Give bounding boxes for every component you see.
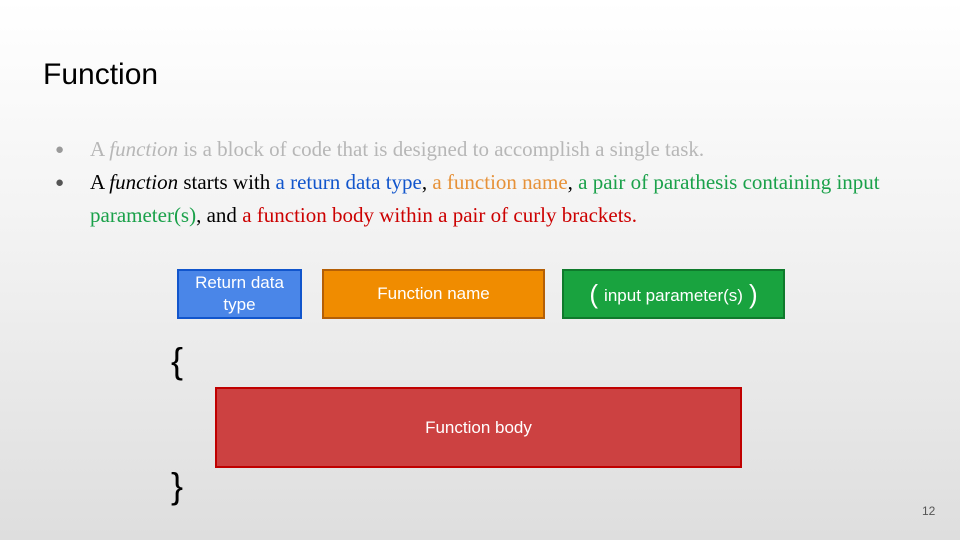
bullet-dot: ● bbox=[55, 174, 65, 191]
function-body-box: Function body bbox=[215, 387, 742, 468]
text-span: is a block of code that is designed to a… bbox=[178, 137, 705, 161]
bullet-dot: ● bbox=[55, 141, 65, 158]
text-span: , bbox=[421, 170, 433, 194]
return-type-label: Return data type bbox=[195, 273, 284, 314]
parameters-label: input parameter(s) bbox=[604, 286, 743, 305]
keyword-function: function bbox=[109, 170, 179, 194]
parameters-box: ( input parameter(s) ) bbox=[562, 269, 785, 319]
bullet-item-structure: ● A function starts with a return data t… bbox=[55, 166, 915, 232]
bullet-item-definition: ● A function is a block of code that is … bbox=[55, 133, 915, 166]
function-name-label: Function name bbox=[377, 284, 490, 303]
page-number: 12 bbox=[922, 504, 936, 518]
text-span: , and bbox=[196, 203, 243, 227]
text-span: A bbox=[90, 137, 110, 161]
close-curly-brace: } bbox=[171, 465, 184, 506]
text-function-body: a function body within a pair of curly b… bbox=[242, 203, 632, 227]
return-type-box: Return data type bbox=[177, 269, 302, 319]
slide-title: Function bbox=[43, 58, 159, 91]
keyword-function: function bbox=[109, 137, 179, 161]
close-paren: ) bbox=[748, 279, 758, 309]
open-curly-brace: { bbox=[171, 340, 184, 381]
text-period: . bbox=[631, 203, 637, 227]
bullet-list: ● A function is a block of code that is … bbox=[55, 133, 915, 232]
text-span: A bbox=[90, 170, 110, 194]
function-name-box: Function name bbox=[322, 269, 545, 319]
text-return-type: a return data type bbox=[275, 170, 422, 194]
function-body-label: Function body bbox=[425, 417, 532, 437]
text-span: , bbox=[567, 170, 579, 194]
open-paren: ( bbox=[589, 279, 599, 309]
text-function-name: a function name bbox=[432, 170, 568, 194]
text-span: starts with bbox=[178, 170, 276, 194]
